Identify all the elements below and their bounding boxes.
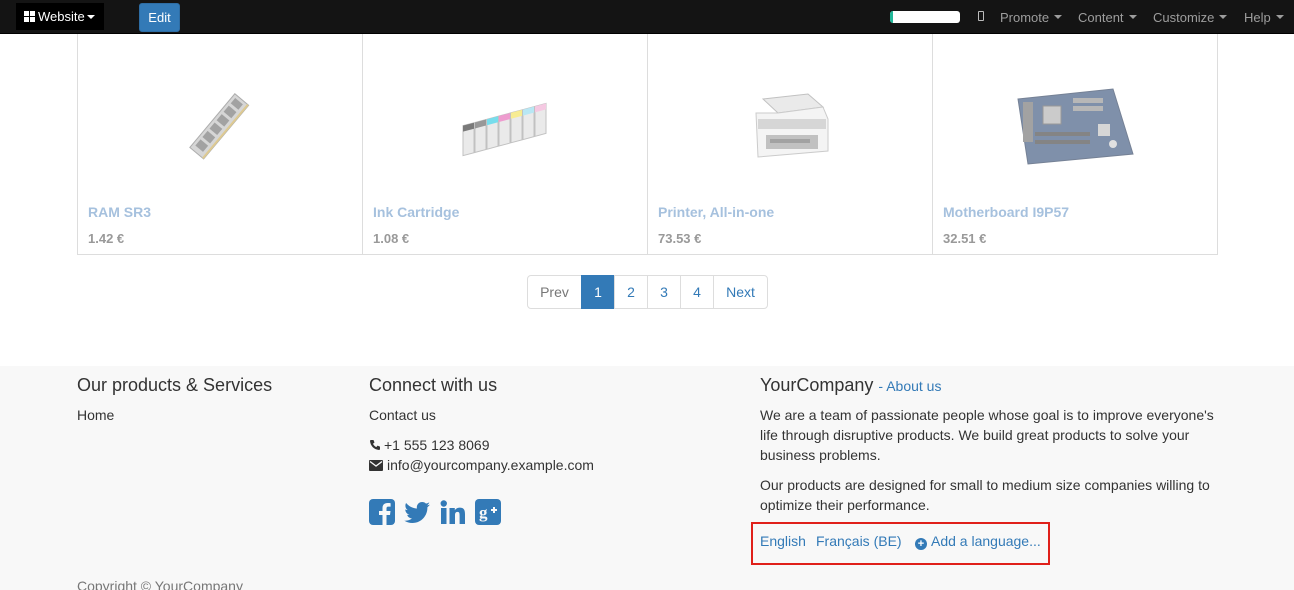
top-admin-bar: Website Edit Promote Content Customize H… <box>0 0 1294 34</box>
mobile-preview-icon[interactable] <box>978 11 984 21</box>
product-name[interactable]: Printer, All-in-one <box>658 204 774 220</box>
menu-customize[interactable]: Customize <box>1153 0 1228 34</box>
language-french-be[interactable]: Français (BE) <box>816 533 902 549</box>
footer-connect-title: Connect with us <box>369 375 498 395</box>
pagination-page-3[interactable]: 3 <box>647 275 681 309</box>
pagination-page-1[interactable]: 1 <box>581 275 615 309</box>
pagination-prev[interactable]: Prev <box>527 275 582 309</box>
pagination-page-4[interactable]: 4 <box>680 275 714 309</box>
progress-bar <box>890 11 960 23</box>
copyright-text: Copyright © YourCompany <box>77 578 243 590</box>
pagination-page-2[interactable]: 2 <box>614 275 648 309</box>
product-card[interactable]: Motherboard I9P57 32.51 € <box>933 34 1217 254</box>
pagination: Prev 1 2 3 4 Next <box>527 275 768 309</box>
product-name[interactable]: Motherboard I9P57 <box>943 204 1069 220</box>
caret-down-icon <box>1054 15 1063 19</box>
menu-promote-label: Promote <box>1000 9 1050 25</box>
social-links: g <box>369 499 501 525</box>
product-card[interactable]: Printer, All-in-one 73.53 € <box>648 34 933 254</box>
product-price: 73.53 € <box>658 231 702 246</box>
footer-home-link[interactable]: Home <box>77 405 114 425</box>
apps-grid-icon <box>24 11 35 22</box>
progress-bar-fill <box>890 11 893 23</box>
footer-contact-link[interactable]: Contact us <box>369 405 436 425</box>
product-price: 32.51 € <box>943 231 987 246</box>
language-english[interactable]: English <box>760 533 806 549</box>
menu-promote[interactable]: Promote <box>1000 0 1063 34</box>
website-menu-button[interactable]: Website <box>16 3 104 30</box>
google-plus-icon[interactable]: g <box>475 499 501 525</box>
product-card[interactable]: RAM SR3 1.42 € <box>78 34 363 254</box>
product-price: 1.42 € <box>88 231 125 246</box>
menu-help-label: Help <box>1244 9 1271 25</box>
facebook-icon[interactable] <box>369 499 395 525</box>
menu-content-label: Content <box>1078 9 1124 25</box>
add-language-link[interactable]: + Add a language... <box>915 533 1041 550</box>
product-price: 1.08 € <box>373 231 410 246</box>
plus-circle-icon: + <box>915 538 927 550</box>
footer-company-heading: YourCompany - About us <box>760 375 941 396</box>
ink-cartridge-icon[interactable] <box>363 64 647 189</box>
envelope-icon <box>369 460 383 471</box>
phone-icon <box>370 440 380 450</box>
footer-about-paragraph-1: We are a team of passionate people whose… <box>760 407 1214 463</box>
footer-company-name: YourCompany <box>760 375 874 395</box>
footer-phone: +1 555 123 8069 <box>369 435 490 455</box>
caret-down-icon <box>1128 15 1137 19</box>
pagination-next[interactable]: Next <box>713 275 768 309</box>
twitter-icon[interactable] <box>404 499 431 525</box>
footer-email: info@yourcompany.example.com <box>369 455 594 475</box>
footer-phone-text: +1 555 123 8069 <box>384 437 490 453</box>
product-card[interactable]: Ink Cartridge 1.08 € <box>363 34 648 254</box>
caret-down-icon <box>1219 15 1228 19</box>
svg-text:g: g <box>479 503 488 522</box>
product-grid: RAM SR3 1.42 € Ink Cartridge 1.08 € Prin… <box>77 34 1218 255</box>
caret-down-icon <box>86 14 95 19</box>
menu-help[interactable]: Help <box>1244 0 1284 34</box>
site-footer: Our products & Services Home Connect wit… <box>0 366 1294 590</box>
printer-icon[interactable] <box>648 64 932 189</box>
footer-products-title: Our products & Services <box>77 375 273 395</box>
product-name[interactable]: Ink Cartridge <box>373 204 459 220</box>
footer-about-paragraph-2: Our products are designed for small to m… <box>760 477 1210 513</box>
ram-module-icon[interactable] <box>78 64 362 189</box>
linkedin-icon[interactable] <box>440 499 466 525</box>
product-name[interactable]: RAM SR3 <box>88 204 151 220</box>
edit-button[interactable]: Edit <box>139 3 180 32</box>
footer-email-text: info@yourcompany.example.com <box>387 457 594 473</box>
footer-about-link[interactable]: About us <box>886 378 941 394</box>
add-language-label: Add a language... <box>931 533 1041 549</box>
caret-down-icon <box>1275 15 1284 19</box>
menu-customize-label: Customize <box>1153 9 1215 25</box>
motherboard-icon[interactable] <box>933 64 1217 189</box>
menu-content[interactable]: Content <box>1078 0 1137 34</box>
website-menu-label: Website <box>38 9 85 24</box>
